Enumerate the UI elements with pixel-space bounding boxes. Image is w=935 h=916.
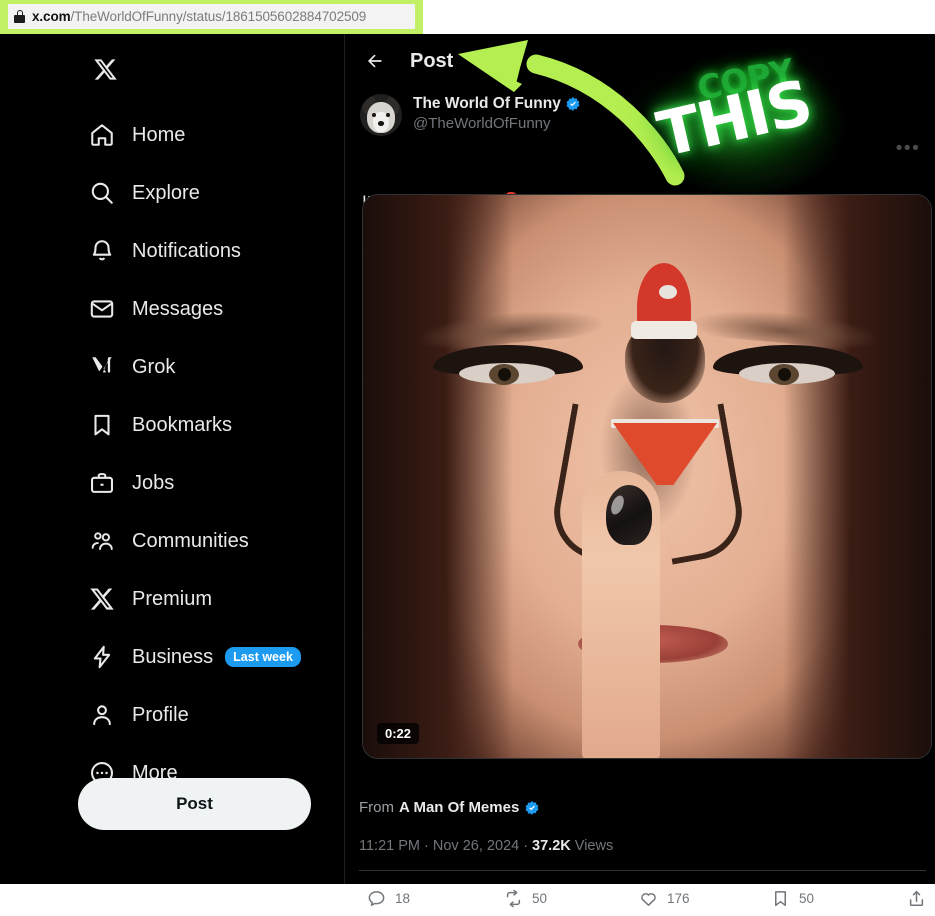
sidebar-item-label: Notifications xyxy=(132,239,241,262)
sidebar-item-label: Business xyxy=(132,645,214,668)
post-time: 11:21 PM xyxy=(359,838,420,854)
page-title: Post xyxy=(410,49,454,72)
sidebar-item-label: Messages xyxy=(132,297,224,320)
post-header: Post xyxy=(346,34,935,88)
bookmark-icon xyxy=(88,412,115,439)
bookmark-icon xyxy=(774,890,787,906)
lightning-icon xyxy=(88,644,115,671)
author-name[interactable]: The World Of Funny xyxy=(413,95,561,114)
sidebar-item-explore[interactable]: Explore xyxy=(0,164,345,222)
sidebar-item-jobs[interactable]: Jobs xyxy=(0,454,345,512)
sidebar-item-messages[interactable]: Messages xyxy=(0,280,345,338)
briefcase-icon xyxy=(88,470,115,497)
url-bar[interactable]: x.com/TheWorldOfFunny/status/18615056028… xyxy=(8,4,415,29)
post-button[interactable]: Post xyxy=(78,778,311,830)
sidebar-item-label: Premium xyxy=(132,587,213,610)
search-icon xyxy=(88,180,115,207)
share-button[interactable] xyxy=(907,880,926,916)
x-app-window: Home Explore Notifications Messages Grok… xyxy=(0,34,935,907)
more-options-button[interactable]: ••• xyxy=(891,132,925,166)
heart-icon xyxy=(641,892,656,906)
url-text: x.com/TheWorldOfFunny/status/18615056028… xyxy=(32,9,366,24)
x-icon xyxy=(93,58,117,80)
sidebar-item-label: Bookmarks xyxy=(132,413,233,436)
divider xyxy=(359,870,926,871)
x-icon xyxy=(88,586,115,613)
post-date: Nov 26, 2024 xyxy=(432,838,520,854)
url-domain: x.com xyxy=(32,9,71,24)
like-count: 176 xyxy=(667,890,690,906)
sidebar-item-bookmarks[interactable]: Bookmarks xyxy=(0,396,345,454)
sidebar-nav-list: Home Explore Notifications Messages Grok… xyxy=(0,106,345,802)
sidebar-item-label: Home xyxy=(132,123,186,146)
sidebar-item-label: Jobs xyxy=(132,471,175,494)
author-name-line: The World Of Funny xyxy=(413,95,581,114)
sidebar-item-label: Grok xyxy=(132,355,176,378)
repost-count: 50 xyxy=(532,890,548,906)
sidebar-item-business[interactable]: Business Last week xyxy=(0,628,345,686)
sidebar-item-label: Explore xyxy=(132,181,200,204)
repost-icon xyxy=(506,889,521,907)
sidebar-item-premium[interactable]: Premium xyxy=(0,570,345,628)
url-path: /TheWorldOfFunny/status/1861505602884702… xyxy=(70,9,367,24)
sidebar-item-label: Profile xyxy=(132,703,189,726)
browser-url-strip: x.com/TheWorldOfFunny/status/18615056028… xyxy=(0,0,935,34)
avatar[interactable] xyxy=(360,94,402,136)
sidebar-item-communities[interactable]: Communities xyxy=(0,512,345,570)
verified-badge-icon xyxy=(525,800,539,815)
sidebar-item-grok[interactable]: Grok xyxy=(0,338,345,396)
back-button[interactable] xyxy=(358,44,392,78)
lock-icon xyxy=(14,10,25,23)
verified-badge-icon xyxy=(566,97,580,112)
bookmark-button[interactable]: 50 xyxy=(771,880,814,916)
post-author-row: The World Of Funny @TheWorldOfFunny xyxy=(360,94,920,146)
home-icon xyxy=(88,122,115,149)
sidebar: Home Explore Notifications Messages Grok… xyxy=(0,34,345,884)
views-count: 37.2K xyxy=(532,838,571,854)
x-logo[interactable] xyxy=(86,50,124,88)
video-frame xyxy=(363,195,931,758)
business-badge: Last week xyxy=(225,647,301,667)
back-arrow-icon xyxy=(368,54,382,68)
post-timestamp-row: 11:21 PM · Nov 26, 2024 · 37.2K Views xyxy=(359,838,614,854)
sidebar-item-label: Communities xyxy=(132,529,249,552)
post-video[interactable]: 0:22 xyxy=(362,194,932,759)
envelope-icon xyxy=(88,296,115,323)
person-icon xyxy=(88,702,115,729)
reply-icon xyxy=(368,890,385,906)
grok-icon xyxy=(88,354,115,381)
from-author-name[interactable]: A Man Of Memes xyxy=(399,799,519,816)
sidebar-item-notifications[interactable]: Notifications xyxy=(0,222,345,280)
author-block: The World Of Funny @TheWorldOfFunny xyxy=(413,94,581,133)
views-label: Views xyxy=(574,838,614,854)
video-duration-badge: 0:22 xyxy=(377,723,420,744)
bookmark-count: 50 xyxy=(799,890,815,906)
post-action-bar: 18 50 176 50 xyxy=(359,880,926,916)
sidebar-item-home[interactable]: Home xyxy=(0,106,345,164)
author-handle: @TheWorldOfFunny xyxy=(413,114,551,132)
reply-count: 18 xyxy=(395,890,411,906)
sidebar-item-profile[interactable]: Profile xyxy=(0,686,345,744)
communities-icon xyxy=(88,528,115,555)
from-line: From A Man Of Memes xyxy=(359,799,540,816)
bell-icon xyxy=(88,238,115,265)
share-icon xyxy=(909,890,924,906)
repost-button[interactable]: 50 xyxy=(504,880,547,916)
from-prefix: From xyxy=(359,799,394,816)
like-button[interactable]: 176 xyxy=(639,880,690,916)
reply-button[interactable]: 18 xyxy=(367,880,410,916)
